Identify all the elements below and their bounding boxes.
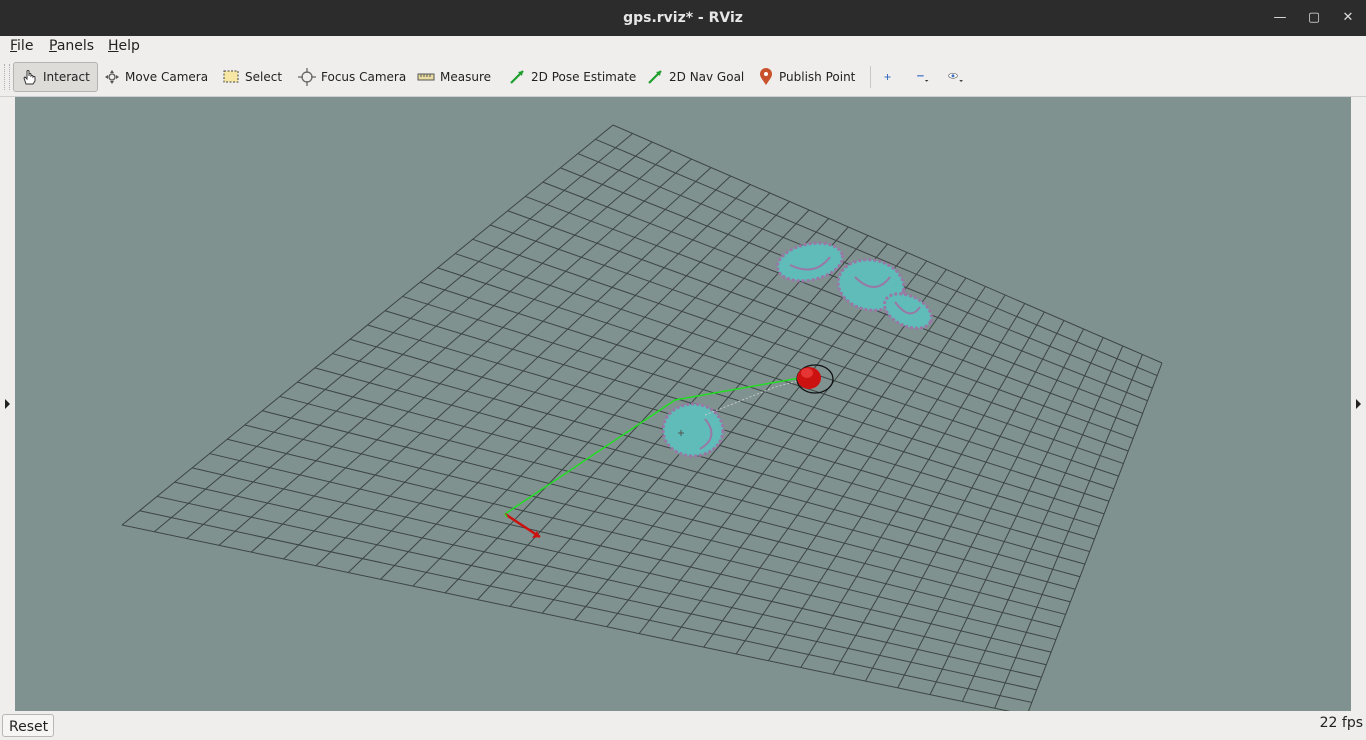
focus-camera-label: Focus Camera xyxy=(321,70,407,84)
grid-line xyxy=(156,495,1037,691)
select-label: Select xyxy=(245,70,283,84)
nav-goal-label: 2D Nav Goal xyxy=(669,70,745,84)
menu-help[interactable]: Help xyxy=(108,38,140,54)
nav-goal-button[interactable]: 2D Nav Goal xyxy=(640,62,750,92)
publish-point-label: Publish Point xyxy=(779,70,856,84)
eye-icon xyxy=(948,72,963,82)
expand-right-icon xyxy=(1356,399,1361,409)
publish-point-button[interactable]: Publish Point xyxy=(752,62,861,92)
grid-line xyxy=(262,410,1066,615)
grid-line xyxy=(121,524,1011,711)
interact-button[interactable]: Interact xyxy=(13,62,98,92)
map-pin-icon xyxy=(760,68,772,85)
toolbar-separator xyxy=(870,66,871,88)
window-title: gps.rviz* - RViz xyxy=(623,10,743,26)
grid-line xyxy=(174,481,1042,678)
toolbar-grip[interactable] xyxy=(4,64,10,90)
menu-file[interactable]: File xyxy=(10,38,33,54)
grid-line xyxy=(244,424,1061,628)
ruler-icon xyxy=(417,73,435,81)
minus-icon xyxy=(917,75,929,82)
measure-label: Measure xyxy=(440,70,491,84)
render-viewport[interactable] xyxy=(15,97,1351,711)
measure-button[interactable]: Measure xyxy=(411,62,497,92)
hand-icon xyxy=(23,70,36,85)
scene-canvas[interactable] xyxy=(15,97,1351,711)
pose-estimate-button[interactable]: 2D Pose Estimate xyxy=(502,62,642,92)
reset-button[interactable]: Reset xyxy=(2,714,54,737)
move-camera-button[interactable]: Move Camera xyxy=(98,62,214,92)
move-camera-label: Move Camera xyxy=(125,70,209,84)
view-options-button[interactable] xyxy=(942,62,974,92)
odom-axes xyxy=(504,512,541,539)
fps-counter: 22 fps xyxy=(1319,715,1363,731)
select-button[interactable]: Select xyxy=(216,62,288,92)
expand-left-icon xyxy=(5,399,10,409)
grid-line xyxy=(864,320,1065,682)
pose-estimate-label: 2D Pose Estimate xyxy=(531,70,637,84)
status-bar: Reset 22 fps xyxy=(0,711,1366,740)
select-icon xyxy=(223,70,239,83)
menu-bar: File Panels Help xyxy=(0,36,1366,58)
add-tool-button[interactable] xyxy=(878,62,902,92)
move-camera-icon xyxy=(105,70,119,84)
ground-grid xyxy=(121,124,1163,711)
plus-icon xyxy=(884,74,891,80)
left-dock-gutter[interactable] xyxy=(0,97,15,711)
grid-line xyxy=(139,510,1032,703)
focus-camera-button[interactable]: Focus Camera xyxy=(292,62,412,92)
interact-label: Interact xyxy=(43,70,90,84)
grid-line xyxy=(1027,362,1163,711)
pose-estimate-icon xyxy=(510,70,524,84)
grid-line xyxy=(314,367,1081,578)
grid-line xyxy=(961,345,1124,702)
grid-line xyxy=(832,311,1045,675)
menu-panels[interactable]: Panels xyxy=(49,38,94,54)
maximize-icon[interactable]: ▢ xyxy=(1297,0,1331,36)
nav-goal-icon xyxy=(648,70,662,84)
title-bar: gps.rviz* - RViz — ▢ ✕ xyxy=(0,0,1366,36)
focus-camera-icon xyxy=(298,68,316,86)
close-icon[interactable]: ✕ xyxy=(1331,0,1365,36)
remove-tool-button[interactable] xyxy=(910,62,940,92)
minimize-icon[interactable]: — xyxy=(1263,0,1297,36)
grid-line xyxy=(994,354,1143,709)
grid-line xyxy=(332,353,1085,565)
tools-toolbar: Interact Move Camera Select Focus Camera… xyxy=(0,58,1366,97)
grid-line xyxy=(367,324,1095,540)
right-dock-gutter[interactable] xyxy=(1351,97,1366,711)
grid-line xyxy=(897,328,1085,689)
